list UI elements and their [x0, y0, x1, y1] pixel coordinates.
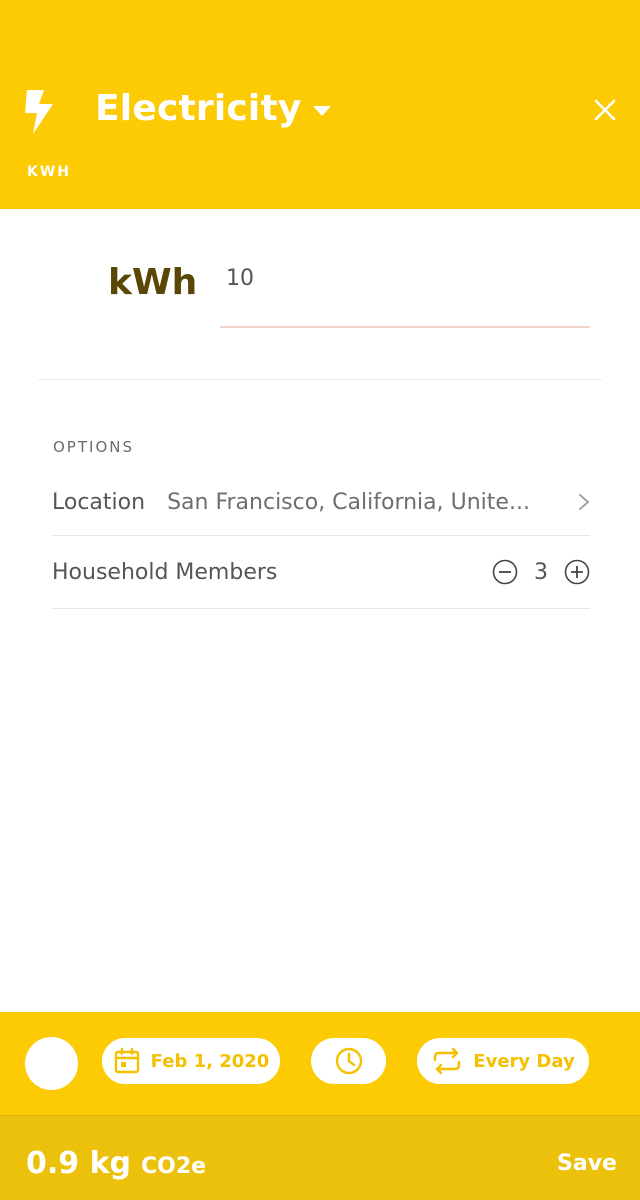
repeat-button[interactable]: Every Day [417, 1038, 589, 1084]
total-unit: CO2e [141, 1154, 207, 1179]
unit-caption: KWH [27, 164, 72, 180]
household-label: Household Members [52, 559, 278, 585]
total-amount: 0.9 kg [26, 1146, 132, 1181]
calendar-icon [114, 1047, 139, 1074]
page-title: Electricity [95, 88, 302, 129]
section-divider [38, 379, 602, 380]
row-divider [52, 608, 590, 609]
date-button[interactable]: Feb 1, 2020 [102, 1038, 280, 1084]
caret-down-icon [312, 105, 331, 116]
repeat-label: Every Day [473, 1050, 575, 1072]
location-value: San Francisco, California, Unite... [167, 489, 530, 515]
household-count: 3 [534, 559, 548, 585]
time-button[interactable] [311, 1038, 386, 1084]
bolt-icon [25, 90, 53, 134]
footer-border [0, 1115, 640, 1116]
household-stepper: 3 [492, 559, 590, 585]
household-row: Household Members 3 [52, 536, 590, 608]
emission-total: 0.9 kg CO2e [26, 1146, 206, 1181]
input-underline [220, 326, 590, 328]
minus-circle-icon[interactable] [492, 559, 518, 585]
avatar[interactable] [25, 1037, 78, 1090]
options-heading: OPTIONS [53, 438, 134, 456]
category-dropdown[interactable]: Electricity [95, 88, 332, 129]
plus-circle-icon[interactable] [564, 559, 590, 585]
chevron-right-icon [579, 494, 590, 510]
clock-icon [335, 1047, 362, 1075]
unit-label: kWh [108, 262, 198, 303]
close-icon[interactable] [594, 99, 616, 121]
header: Electricity KWH [0, 0, 640, 209]
location-label: Location [52, 489, 146, 515]
save-button[interactable]: Save [557, 1151, 617, 1176]
location-row[interactable]: Location San Francisco, California, Unit… [52, 470, 590, 534]
date-label: Feb 1, 2020 [150, 1050, 270, 1072]
repeat-icon [434, 1047, 461, 1075]
amount-input[interactable] [220, 256, 596, 300]
